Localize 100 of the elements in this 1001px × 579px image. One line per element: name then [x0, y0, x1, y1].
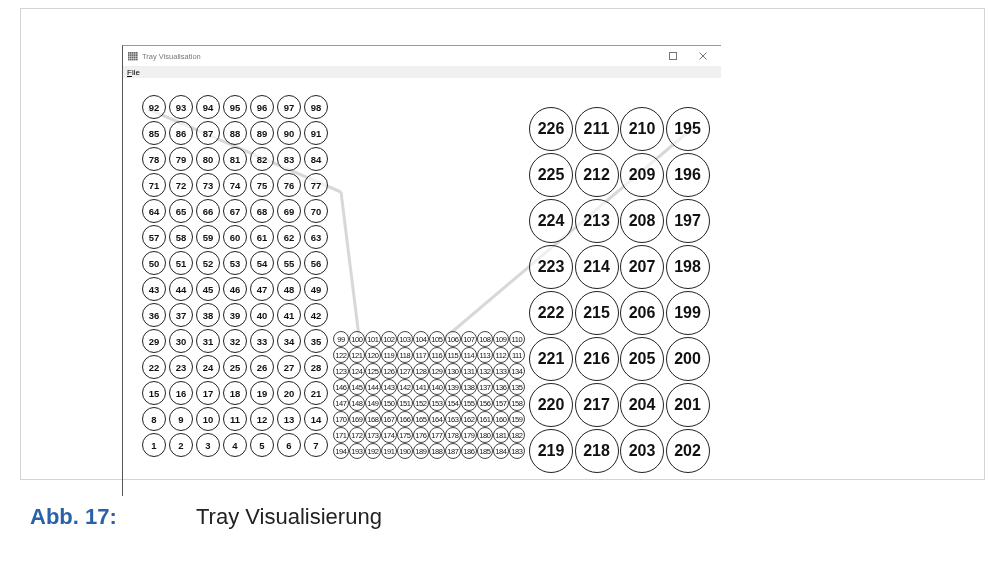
vial-position: 19 [250, 381, 274, 405]
vial-position: 71 [142, 173, 166, 197]
vial-position: 212 [574, 153, 619, 197]
vial-position: 62 [277, 225, 301, 249]
vial-position: 4 [223, 433, 247, 457]
close-icon[interactable] [699, 52, 707, 60]
vial-position: 83 [277, 147, 301, 171]
vial-position: 16 [169, 381, 193, 405]
vial-position: 67 [223, 199, 247, 223]
vial-position: 219 [529, 429, 573, 473]
vial-position: 66 [196, 199, 220, 223]
vial-position: 198 [665, 245, 710, 289]
vial-position: 204 [620, 383, 664, 427]
vial-position: 222 [529, 291, 573, 335]
vial-position: 15 [142, 381, 166, 405]
vial-position: 50 [142, 251, 166, 275]
vial-position: 21 [304, 381, 328, 405]
menu-item[interactable]: File [127, 67, 140, 77]
vial-position: 30 [169, 329, 193, 353]
vial-position: 226 [529, 107, 573, 151]
vial-position: 63 [304, 225, 328, 249]
vial-position: 85 [142, 121, 166, 145]
vial-position: 41 [277, 303, 301, 327]
vial-position: 214 [574, 245, 619, 289]
grid-icon [128, 51, 138, 61]
vial-position: 95 [223, 95, 247, 119]
vial-position: 51 [169, 251, 193, 275]
vial-position: 196 [665, 153, 710, 197]
vial-position: 8 [142, 407, 166, 431]
vial-position: 11 [223, 407, 247, 431]
vial-position: 84 [304, 147, 328, 171]
vial-position: 39 [223, 303, 247, 327]
vial-position: 203 [620, 429, 664, 473]
vial-position: 34 [277, 329, 301, 353]
vial-position: 54 [250, 251, 274, 275]
vial-position: 77 [304, 173, 328, 197]
vial-position: 9 [169, 407, 193, 431]
vial-position: 224 [529, 199, 573, 243]
vial-position: 205 [620, 337, 664, 381]
vial-position: 37 [169, 303, 193, 327]
vial-position: 218 [574, 429, 619, 473]
vial-position: 17 [196, 381, 220, 405]
vial-position: 217 [574, 383, 619, 427]
vial-position: 14 [304, 407, 328, 431]
vial-position: 25 [223, 355, 247, 379]
vial-position: 206 [620, 291, 664, 335]
vial-position: 52 [196, 251, 220, 275]
vial-position: 53 [223, 251, 247, 275]
vial-position: 38 [196, 303, 220, 327]
vial-position: 31 [196, 329, 220, 353]
vial-position: 199 [665, 291, 710, 335]
vial-position: 97 [277, 95, 301, 119]
vial-position: 213 [574, 199, 619, 243]
vial-position: 40 [250, 303, 274, 327]
maximize-icon[interactable] [669, 52, 677, 60]
vial-position: 68 [250, 199, 274, 223]
vial-position: 48 [277, 277, 301, 301]
vial-position: 58 [169, 225, 193, 249]
vial-position: 5 [250, 433, 274, 457]
vial-position: 197 [665, 199, 710, 243]
vial-position: 80 [196, 147, 220, 171]
vial-position: 79 [169, 147, 193, 171]
vial-position: 33 [250, 329, 274, 353]
vial-position: 90 [277, 121, 301, 145]
vial-position: 23 [169, 355, 193, 379]
vial-position: 220 [529, 383, 573, 427]
vial-position: 70 [304, 199, 328, 223]
vial-position: 7 [304, 433, 328, 457]
vial-position: 65 [169, 199, 193, 223]
vial-position: 3 [196, 433, 220, 457]
vial-position: 201 [665, 383, 710, 427]
vial-position: 36 [142, 303, 166, 327]
vial-position: 10 [196, 407, 220, 431]
vial-position: 78 [142, 147, 166, 171]
vial-position: 223 [529, 245, 573, 289]
vial-position: 82 [250, 147, 274, 171]
vial-position: 46 [223, 277, 247, 301]
vial-position: 44 [169, 277, 193, 301]
vial-position: 13 [277, 407, 301, 431]
vial-position: 81 [223, 147, 247, 171]
vial-position: 61 [250, 225, 274, 249]
vial-position: 64 [142, 199, 166, 223]
vial-position: 87 [196, 121, 220, 145]
vial-position: 47 [250, 277, 274, 301]
vial-position: 57 [142, 225, 166, 249]
vial-position: 94 [196, 95, 220, 119]
vial-position: 45 [196, 277, 220, 301]
vial-position: 88 [223, 121, 247, 145]
vial-position: 27 [277, 355, 301, 379]
vial-position: 59 [196, 225, 220, 249]
vial-position: 200 [665, 337, 710, 381]
vial-position: 55 [277, 251, 301, 275]
vial-position: 221 [529, 337, 573, 381]
vial-position: 208 [620, 199, 664, 243]
vial-position: 74 [223, 173, 247, 197]
vial-position: 91 [304, 121, 328, 145]
vial-position: 73 [196, 173, 220, 197]
vial-position: 215 [574, 291, 619, 335]
vial-position: 29 [142, 329, 166, 353]
vial-position: 69 [277, 199, 301, 223]
